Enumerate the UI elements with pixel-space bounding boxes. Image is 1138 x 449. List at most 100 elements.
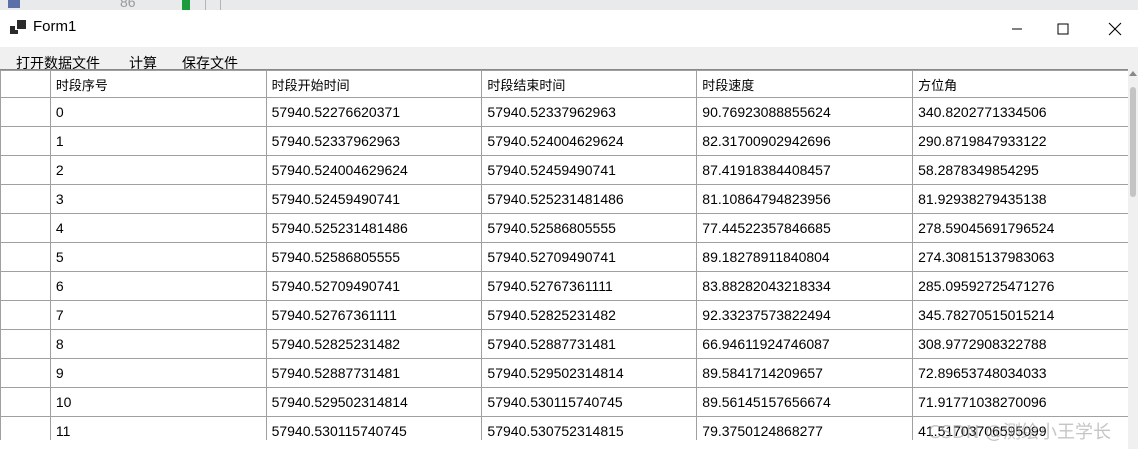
table-row[interactable]: 4 57940.525231481486 57940.52586805555 77.4… (0, 213, 1138, 243)
row-header-cell[interactable] (0, 213, 51, 243)
cell-segment-index[interactable]: 7 (49, 300, 267, 330)
cell-azimuth[interactable]: 58.2878349854295 (912, 155, 1138, 185)
row-header-cell[interactable] (0, 271, 51, 301)
table-row[interactable]: 9 57940.52887731481 57940.529502314814 89.5… (0, 358, 1138, 388)
cell-start-time[interactable]: 57940.530115740745 (265, 416, 483, 440)
cell-segment-index[interactable]: 10 (49, 387, 267, 417)
background-fragment (182, 0, 190, 10)
cell-azimuth[interactable]: 81.92938279435138 (912, 184, 1138, 214)
cell-azimuth[interactable]: 72.89653748034033 (912, 358, 1138, 388)
corner-header-cell[interactable] (0, 70, 51, 98)
row-header-cell[interactable] (0, 387, 51, 417)
cell-azimuth[interactable]: 278.59045691796524 (912, 213, 1138, 243)
row-header-cell[interactable] (0, 329, 51, 359)
data-grid[interactable]: 时段序号 时段开始时间 时段结束时间 时段速度 方位角 0 57940.52276… (0, 69, 1138, 440)
cell-end-time[interactable]: 57940.52459490741 (481, 155, 698, 185)
cell-speed[interactable]: 83.88282043218334 (696, 271, 914, 301)
cell-azimuth[interactable]: 345.78270515015214 (912, 300, 1138, 330)
column-header-end-time[interactable]: 时段结束时间 (481, 70, 698, 98)
column-header-azimuth[interactable]: 方位角 (912, 70, 1138, 98)
cell-azimuth[interactable]: 274.30815137983063 (912, 242, 1138, 272)
table-row[interactable]: 2 57940.524004629624 57940.52459490741 87.4… (0, 155, 1138, 185)
scroll-up-arrow-icon[interactable] (1129, 71, 1137, 76)
cell-segment-index[interactable]: 9 (49, 358, 267, 388)
cell-end-time[interactable]: 57940.530115740745 (481, 387, 698, 417)
cell-segment-index[interactable]: 1 (49, 126, 267, 156)
table-row[interactable]: 1 57940.52337962963 57940.524004629624 82.3… (0, 126, 1138, 156)
cell-end-time[interactable]: 57940.524004629624 (481, 126, 698, 156)
cell-speed[interactable]: 89.5841714209657 (696, 358, 914, 388)
cell-start-time[interactable]: 57940.529502314814 (265, 387, 483, 417)
cell-start-time[interactable]: 57940.525231481486 (265, 213, 483, 243)
cell-start-time[interactable]: 57940.524004629624 (265, 155, 483, 185)
background-divider (205, 0, 206, 10)
cell-speed[interactable]: 90.76923088855624 (696, 97, 914, 127)
cell-speed[interactable]: 82.31700902942696 (696, 126, 914, 156)
cell-speed[interactable]: 89.18278911840804 (696, 242, 914, 272)
cell-azimuth[interactable]: 71.91771038270096 (912, 387, 1138, 417)
cell-start-time[interactable]: 57940.52586805555 (265, 242, 483, 272)
table-row[interactable]: 5 57940.52586805555 57940.52709490741 89.18… (0, 242, 1138, 272)
cell-start-time[interactable]: 57940.52825231482 (265, 329, 483, 359)
cell-speed[interactable]: 87.41918384408457 (696, 155, 914, 185)
row-header-cell[interactable] (0, 416, 51, 440)
cell-end-time[interactable]: 57940.525231481486 (481, 184, 698, 214)
row-header-cell[interactable] (0, 300, 51, 330)
column-header-speed[interactable]: 时段速度 (696, 70, 914, 98)
background-divider (220, 0, 221, 10)
table-row[interactable]: 10 57940.529502314814 57940.530115740745 89… (0, 387, 1138, 417)
cell-speed[interactable]: 79.3750124868277 (696, 416, 914, 440)
cell-speed[interactable]: 77.44522357846685 (696, 213, 914, 243)
cell-speed[interactable]: 92.33237573822494 (696, 300, 914, 330)
row-header-cell[interactable] (0, 126, 51, 156)
cell-start-time[interactable]: 57940.52337962963 (265, 126, 483, 156)
cell-segment-index[interactable]: 11 (49, 416, 267, 440)
cell-segment-index[interactable]: 0 (49, 97, 267, 127)
row-header-cell[interactable] (0, 242, 51, 272)
cell-segment-index[interactable]: 5 (49, 242, 267, 272)
table-row[interactable]: 3 57940.52459490741 57940.525231481486 81.1… (0, 184, 1138, 214)
table-row[interactable]: 8 57940.52825231482 57940.52887731481 66.94… (0, 329, 1138, 359)
cell-start-time[interactable]: 57940.52887731481 (265, 358, 483, 388)
cell-end-time[interactable]: 57940.52709490741 (481, 242, 698, 272)
row-header-cell[interactable] (0, 184, 51, 214)
cell-start-time[interactable]: 57940.52767361111 (265, 300, 483, 330)
column-header-segment-index[interactable]: 时段序号 (49, 70, 267, 98)
table-row[interactable]: 7 57940.52767361111 57940.52825231482 92.33… (0, 300, 1138, 330)
cell-azimuth[interactable]: 308.9772908322788 (912, 329, 1138, 359)
cell-end-time[interactable]: 57940.530752314815 (481, 416, 698, 440)
cell-azimuth[interactable]: 285.09592725471276 (912, 271, 1138, 301)
background-window-strip: 86 (0, 0, 1138, 10)
scrollbar-thumb[interactable] (1130, 87, 1136, 197)
cell-segment-index[interactable]: 8 (49, 329, 267, 359)
table-row[interactable]: 6 57940.52709490741 57940.52767361111 83.88… (0, 271, 1138, 301)
minimize-button[interactable] (994, 10, 1040, 47)
cell-azimuth[interactable]: 340.8202771334506 (912, 97, 1138, 127)
table-row[interactable]: 0 57940.52276620371 57940.52337962963 90.76… (0, 97, 1138, 127)
close-button[interactable] (1092, 10, 1138, 47)
vertical-scrollbar[interactable] (1128, 69, 1138, 449)
cell-start-time[interactable]: 57940.52709490741 (265, 271, 483, 301)
cell-segment-index[interactable]: 2 (49, 155, 267, 185)
cell-segment-index[interactable]: 6 (49, 271, 267, 301)
cell-speed[interactable]: 81.10864794823956 (696, 184, 914, 214)
cell-segment-index[interactable]: 4 (49, 213, 267, 243)
maximize-button[interactable] (1040, 10, 1086, 47)
cell-start-time[interactable]: 57940.52459490741 (265, 184, 483, 214)
column-header-start-time[interactable]: 时段开始时间 (265, 70, 483, 98)
cell-end-time[interactable]: 57940.529502314814 (481, 358, 698, 388)
row-header-cell[interactable] (0, 97, 51, 127)
row-header-cell[interactable] (0, 155, 51, 185)
cell-end-time[interactable]: 57940.52337962963 (481, 97, 698, 127)
cell-speed[interactable]: 89.56145157656674 (696, 387, 914, 417)
cell-end-time[interactable]: 57940.52767361111 (481, 271, 698, 301)
cell-end-time[interactable]: 57940.52887731481 (481, 329, 698, 359)
cell-segment-index[interactable]: 3 (49, 184, 267, 214)
cell-azimuth[interactable]: 290.8719847933122 (912, 126, 1138, 156)
cell-end-time[interactable]: 57940.52825231482 (481, 300, 698, 330)
cell-end-time[interactable]: 57940.52586805555 (481, 213, 698, 243)
row-header-cell[interactable] (0, 358, 51, 388)
cell-speed[interactable]: 66.94611924746087 (696, 329, 914, 359)
title-bar[interactable]: Form1 (0, 10, 1138, 47)
cell-start-time[interactable]: 57940.52276620371 (265, 97, 483, 127)
